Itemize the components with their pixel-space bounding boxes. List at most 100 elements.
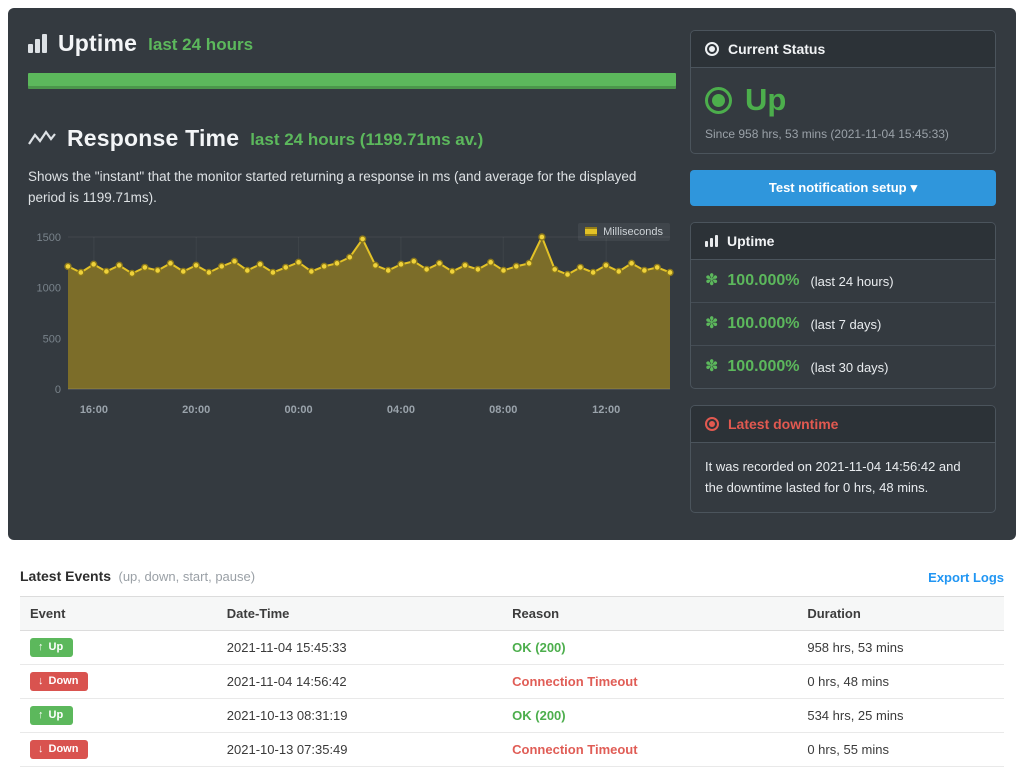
event-down-badge: ↓ Down [30,672,88,691]
svg-text:500: 500 [43,333,61,345]
response-time-title: Response Time [67,125,239,152]
event-datetime: 2021-11-04 15:45:33 [217,631,502,665]
response-time-chart: 0 500 1000 1500 16:00 20:00 00:00 04:00 08:00 12:… [28,225,676,427]
svg-text:1000: 1000 [37,283,61,295]
event-reason: OK (200) [502,631,797,665]
current-status-card: Current Status Up Since 958 hrs, 53 mins… [690,30,996,154]
event-duration: 0 hrs, 55 mins [797,733,1004,767]
latest-downtime-header-label: Latest downtime [728,416,838,432]
dot-circle-icon [705,417,719,431]
latest-downtime-text: It was recorded on 2021-11-04 14:56:42 a… [691,443,995,512]
status-text: Up [745,82,786,118]
monitor-panel: Uptime last 24 hours Response Time last … [8,8,1016,540]
chart-legend: Milliseconds [578,223,670,241]
events-table: Event Date-Time Reason Duration ↑ Up 2021… [20,596,1004,767]
page: Uptime last 24 hours Response Time last … [0,0,1024,775]
latest-downtime-card: Latest downtime It was recorded on 2021-… [690,405,996,513]
test-notification-label: Test notification setup [769,180,907,195]
event-label: Up [49,641,64,653]
col-reason: Reason [502,597,797,631]
uptime-stat-row-24h: ✽ 100.000% (last 24 hours) [691,260,995,303]
uptime-percentage: 100.000% [727,315,799,333]
down-arrow-icon: ↓ [38,743,44,755]
event-label: Up [49,709,64,721]
events-title: Latest Events [20,568,111,584]
events-header-row: Latest Events (up, down, start, pause) E… [20,568,1004,586]
event-duration: 534 hrs, 25 mins [797,699,1004,733]
down-arrow-icon: ↓ [38,675,44,687]
event-label: Down [49,743,79,755]
flower-icon: ✽ [705,316,718,332]
svg-text:04:00: 04:00 [387,404,415,416]
response-time-icon [28,129,56,149]
current-status-header: Current Status [691,31,995,68]
flower-icon: ✽ [705,273,718,289]
event-up-badge: ↑ Up [30,706,73,725]
uptime-stat-row-7d: ✽ 100.000% (last 7 days) [691,303,995,346]
uptime-percentage: 100.000% [727,358,799,376]
uptime-period: (last 24 hours) [810,274,893,289]
svg-text:08:00: 08:00 [489,404,517,416]
svg-text:00:00: 00:00 [284,404,312,416]
caret-down-icon: ▾ [911,180,918,195]
uptime-stats-card: Uptime ✽ 100.000% (last 24 hours) ✽ 100.… [690,222,996,389]
col-event: Event [20,597,217,631]
flower-icon: ✽ [705,359,718,375]
uptime-bar [28,73,676,89]
col-datetime: Date-Time [217,597,502,631]
events-subtitle: (up, down, start, pause) [119,569,256,584]
svg-text:1500: 1500 [37,232,61,244]
current-status-header-label: Current Status [728,41,825,57]
svg-text:20:00: 20:00 [182,404,210,416]
svg-text:12:00: 12:00 [592,404,620,416]
uptime-period: (last 7 days) [810,317,881,332]
event-duration: 958 hrs, 53 mins [797,631,1004,665]
status-since: Since 958 hrs, 53 mins (2021-11-04 15:45… [705,127,981,141]
event-duration: 0 hrs, 48 mins [797,665,1004,699]
test-notification-button[interactable]: Test notification setup ▾ [690,170,996,206]
monitor-main: Uptime last 24 hours Response Time last … [28,30,676,518]
legend-label: Milliseconds [603,226,663,238]
events-title-group: Latest Events (up, down, start, pause) [20,568,255,586]
table-header-row: Event Date-Time Reason Duration [20,597,1004,631]
response-time-subtitle: last 24 hours (1199.71ms av.) [250,127,483,150]
event-datetime: 2021-11-04 14:56:42 [217,665,502,699]
status-up-icon [705,87,732,114]
uptime-stats-header: Uptime [691,223,995,260]
status-row: Up [705,80,981,122]
col-duration: Duration [797,597,1004,631]
table-row: ↓ Down 2021-11-04 14:56:42 Connection Tim… [20,665,1004,699]
event-down-badge: ↓ Down [30,740,88,759]
event-label: Down [49,675,79,687]
up-arrow-icon: ↑ [38,641,44,653]
bar-chart-icon [28,34,47,53]
latest-downtime-header: Latest downtime [691,406,995,443]
event-reason: Connection Timeout [502,733,797,767]
up-arrow-icon: ↑ [38,709,44,721]
current-status-body: Up Since 958 hrs, 53 mins (2021-11-04 15… [691,68,995,153]
event-datetime: 2021-10-13 07:35:49 [217,733,502,767]
dot-circle-icon [705,42,719,56]
event-reason: Connection Timeout [502,665,797,699]
latest-events-section: Latest Events (up, down, start, pause) E… [8,568,1016,767]
table-row: ↑Up 2021-10-13 08:31:19 OK (200) 534 hrs… [20,699,1004,733]
event-up-badge: ↑ Up [30,638,73,657]
uptime-stat-row-30d: ✽ 100.000% (last 30 days) [691,346,995,388]
uptime-percentage: 100.000% [727,272,799,290]
uptime-stats-header-label: Uptime [727,233,774,249]
uptime-subtitle: last 24 hours [148,32,253,55]
response-description: Shows the "instant" that the monitor sta… [28,167,676,209]
monitor-sidebar: Current Status Up Since 958 hrs, 53 mins… [690,30,996,518]
response-heading-row: Response Time last 24 hours (1199.71ms a… [28,125,676,152]
event-datetime: 2021-10-13 08:31:19 [217,699,502,733]
svg-text:16:00: 16:00 [80,404,108,416]
table-row: ↓ Down 2021-10-13 07:35:49 Connection Tim… [20,733,1004,767]
legend-swatch-icon [585,227,597,236]
svg-text:0: 0 [55,384,61,396]
uptime-period: (last 30 days) [810,360,888,375]
export-logs-link[interactable]: Export Logs [928,570,1004,585]
response-chart: Milliseconds 0 500 1000 1500 16:00 20:00 00:00… [28,225,676,432]
table-row: ↑ Up 2021-11-04 15:45:33 OK (200) 958 hrs… [20,631,1004,665]
bar-chart-icon [705,235,718,247]
uptime-title: Uptime [58,30,137,57]
